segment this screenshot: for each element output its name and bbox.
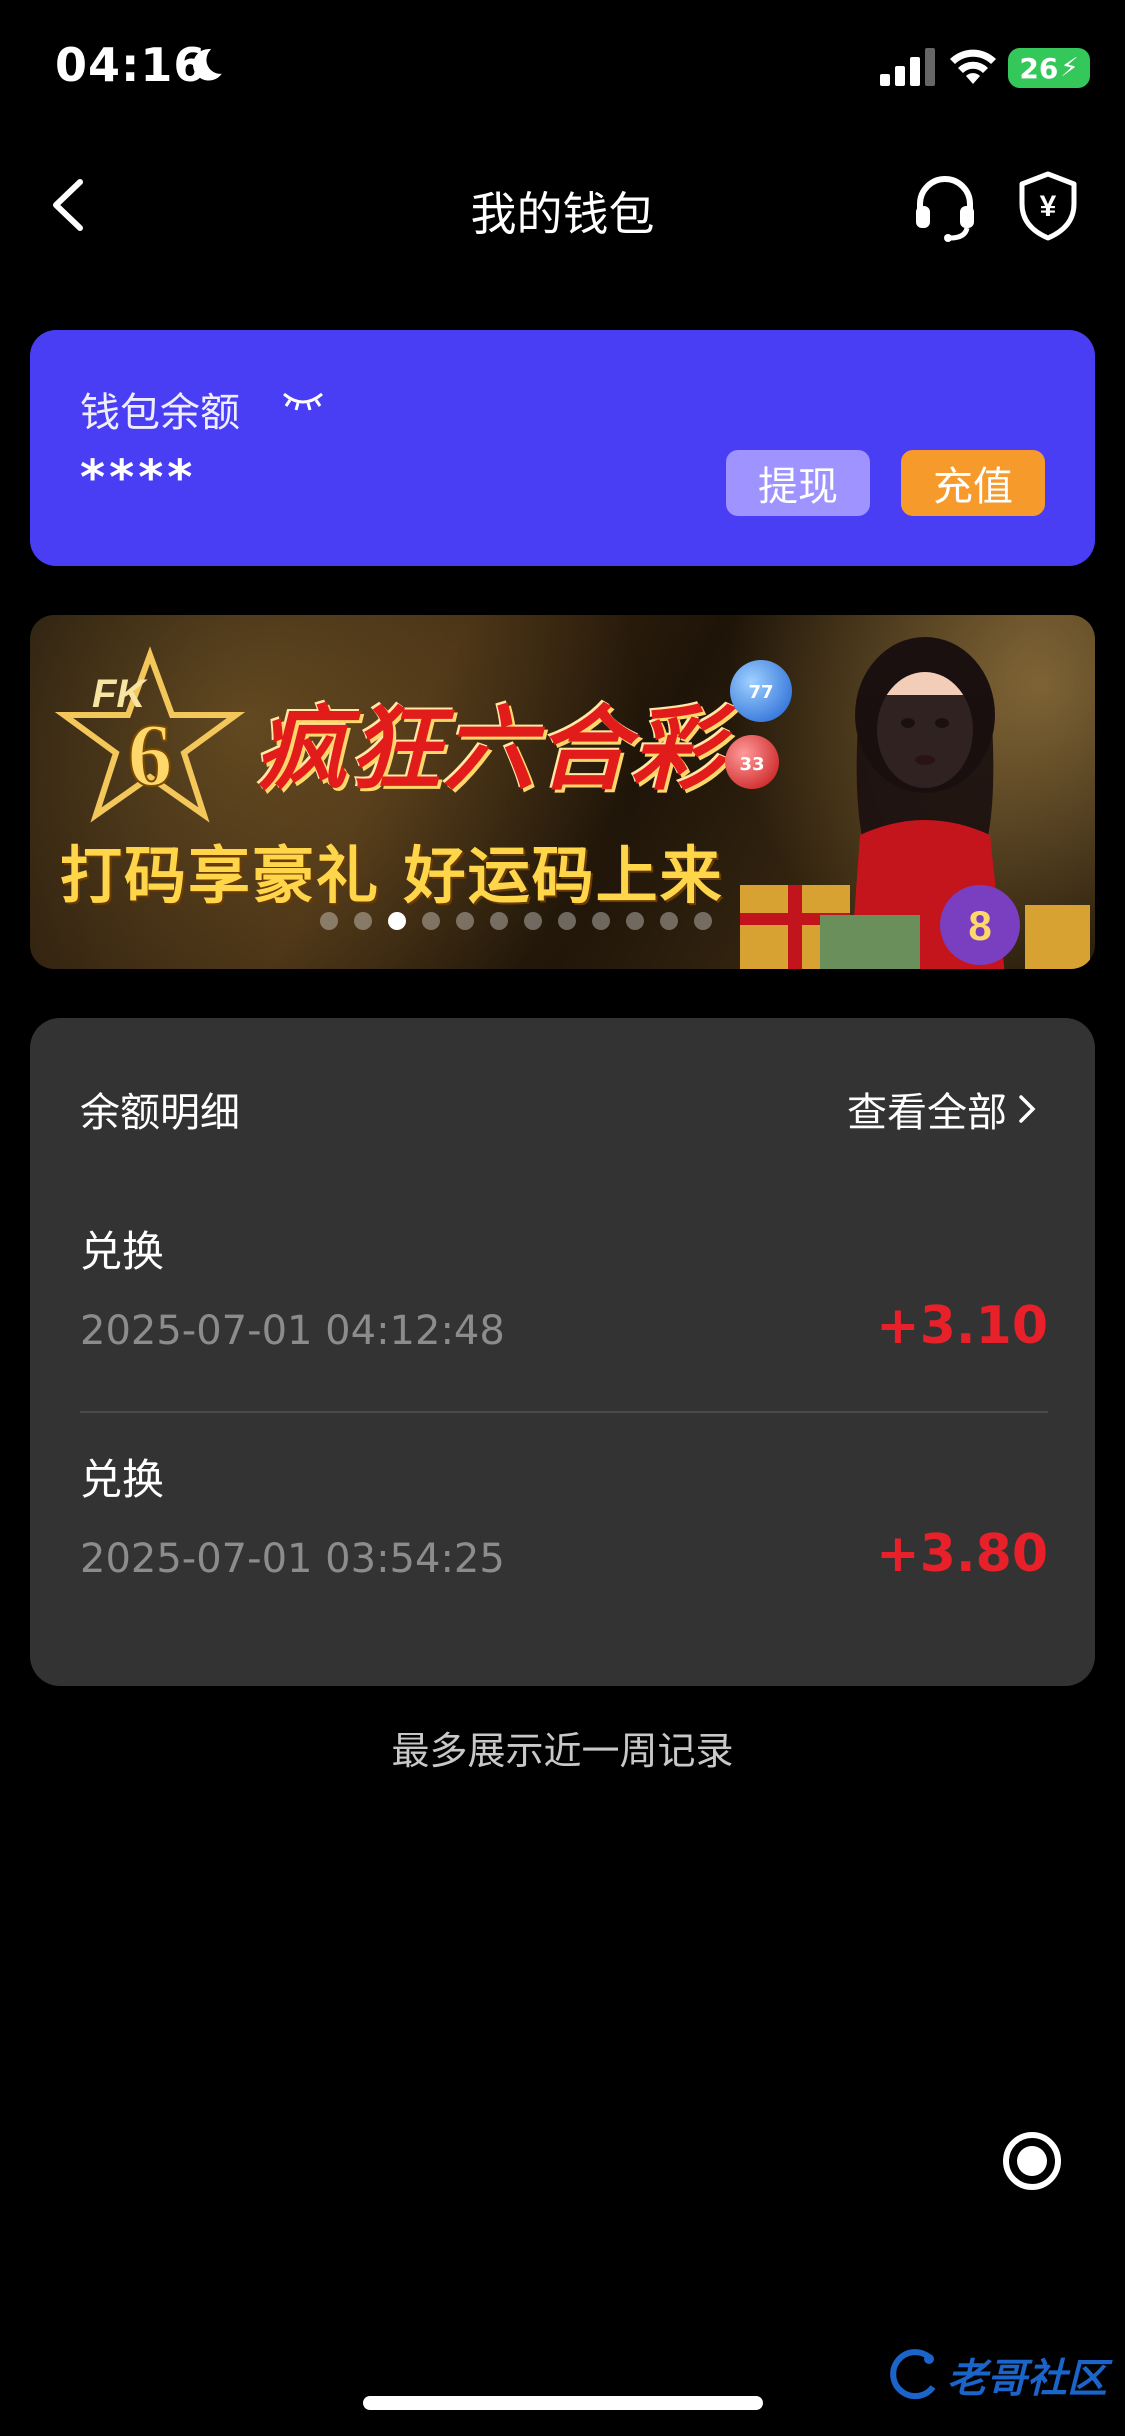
- chevron-right-icon: [1019, 1095, 1036, 1123]
- carousel-dot[interactable]: [524, 912, 542, 930]
- record-title: 兑换: [80, 1455, 165, 1504]
- row-divider: [80, 1411, 1048, 1413]
- hide-balance-eye-icon[interactable]: [280, 388, 326, 416]
- carousel-dot[interactable]: [354, 912, 372, 930]
- cellular-signal-icon: [880, 48, 935, 86]
- carousel-dot[interactable]: [320, 912, 338, 930]
- records-footnote: 最多展示近一周记录: [391, 1729, 734, 1773]
- home-indicator[interactable]: [363, 2396, 763, 2410]
- balance-details-card: 余额明细 查看全部 兑换 2025-07-01 04:12:48 +3.10 兑…: [30, 1018, 1095, 1686]
- carousel-dots[interactable]: [320, 912, 712, 932]
- gift-boxes-illustration: 8: [740, 885, 1090, 969]
- lottery-ball-number: 77: [748, 681, 774, 703]
- view-all-link[interactable]: 查看全部: [847, 1080, 1037, 1138]
- balance-details-title: 余额明细: [80, 1090, 240, 1136]
- banner-title: 疯狂六合彩: [255, 696, 726, 803]
- carousel-dot[interactable]: [592, 912, 610, 930]
- watermark-text: 老哥社区: [947, 2356, 1107, 2402]
- moon-icon: [193, 49, 222, 81]
- battery-level: 26: [1019, 51, 1059, 85]
- fk6-logo: FK 6: [54, 646, 246, 823]
- svg-text:¥: ¥: [1040, 190, 1057, 223]
- record-amount: +3.80: [876, 1524, 1048, 1584]
- carousel-dot[interactable]: [490, 912, 508, 930]
- navigation-bar: 我的钱包 ¥: [0, 150, 1125, 260]
- balance-record-row[interactable]: 兑换 2025-07-01 04:12:48 +3.10: [80, 1218, 1048, 1418]
- carousel-dot[interactable]: [456, 912, 474, 930]
- promo-banner[interactable]: FK 6 疯狂六合彩 打码享豪礼 好运码上来 77 33 8: [30, 615, 1095, 969]
- carousel-dot[interactable]: [558, 912, 576, 930]
- withdraw-button[interactable]: 提现: [726, 450, 870, 516]
- floating-button-dot: [1017, 2146, 1047, 2176]
- wallet-balance-card: 钱包余额 **** 提现 充值: [30, 330, 1095, 566]
- recharge-button[interactable]: 充值: [901, 450, 1045, 516]
- watermark: 老哥社区: [885, 2340, 1115, 2410]
- carousel-dot[interactable]: [660, 912, 678, 930]
- security-shield-icon[interactable]: ¥: [1016, 170, 1080, 242]
- wallet-balance-label: 钱包余额: [80, 390, 240, 436]
- lottery-ball: 33: [725, 735, 779, 789]
- record-time: 2025-07-01 04:12:48: [80, 1308, 505, 1354]
- balance-record-row[interactable]: 兑换 2025-07-01 03:54:25 +3.80: [80, 1446, 1048, 1646]
- carousel-dot[interactable]: [626, 912, 644, 930]
- svg-text:8: 8: [968, 902, 991, 949]
- wallet-balance-value: ****: [80, 450, 197, 506]
- status-time: 04:16: [55, 38, 207, 92]
- dragon-logo-icon: [890, 2349, 936, 2400]
- wallet-page: 04:16 26 ⚡ 我的钱包 ¥ 钱包余额 **** 提现 充值 FK 6 疯…: [0, 0, 1125, 2436]
- wifi-icon: [950, 49, 996, 84]
- charging-bolt-icon: ⚡: [1060, 53, 1079, 83]
- record-amount: +3.10: [876, 1296, 1048, 1356]
- record-time: 2025-07-01 03:54:25: [80, 1536, 505, 1582]
- lottery-ball: 77: [730, 660, 792, 722]
- record-title: 兑换: [80, 1227, 165, 1276]
- floating-assistive-button[interactable]: [1003, 2132, 1061, 2190]
- svg-text:6: 6: [128, 706, 173, 805]
- carousel-dot[interactable]: [422, 912, 440, 930]
- status-bar: 04:16 26 ⚡: [0, 0, 1125, 135]
- banner-subtitle: 打码享豪礼 好运码上来: [60, 839, 724, 912]
- lottery-ball-number: 33: [739, 753, 765, 775]
- battery-indicator: 26 ⚡: [1008, 48, 1090, 88]
- customer-service-icon[interactable]: [910, 172, 980, 242]
- view-all-label: 查看全部: [847, 1090, 1007, 1136]
- carousel-dot[interactable]: [694, 912, 712, 930]
- carousel-dot[interactable]: [388, 912, 406, 930]
